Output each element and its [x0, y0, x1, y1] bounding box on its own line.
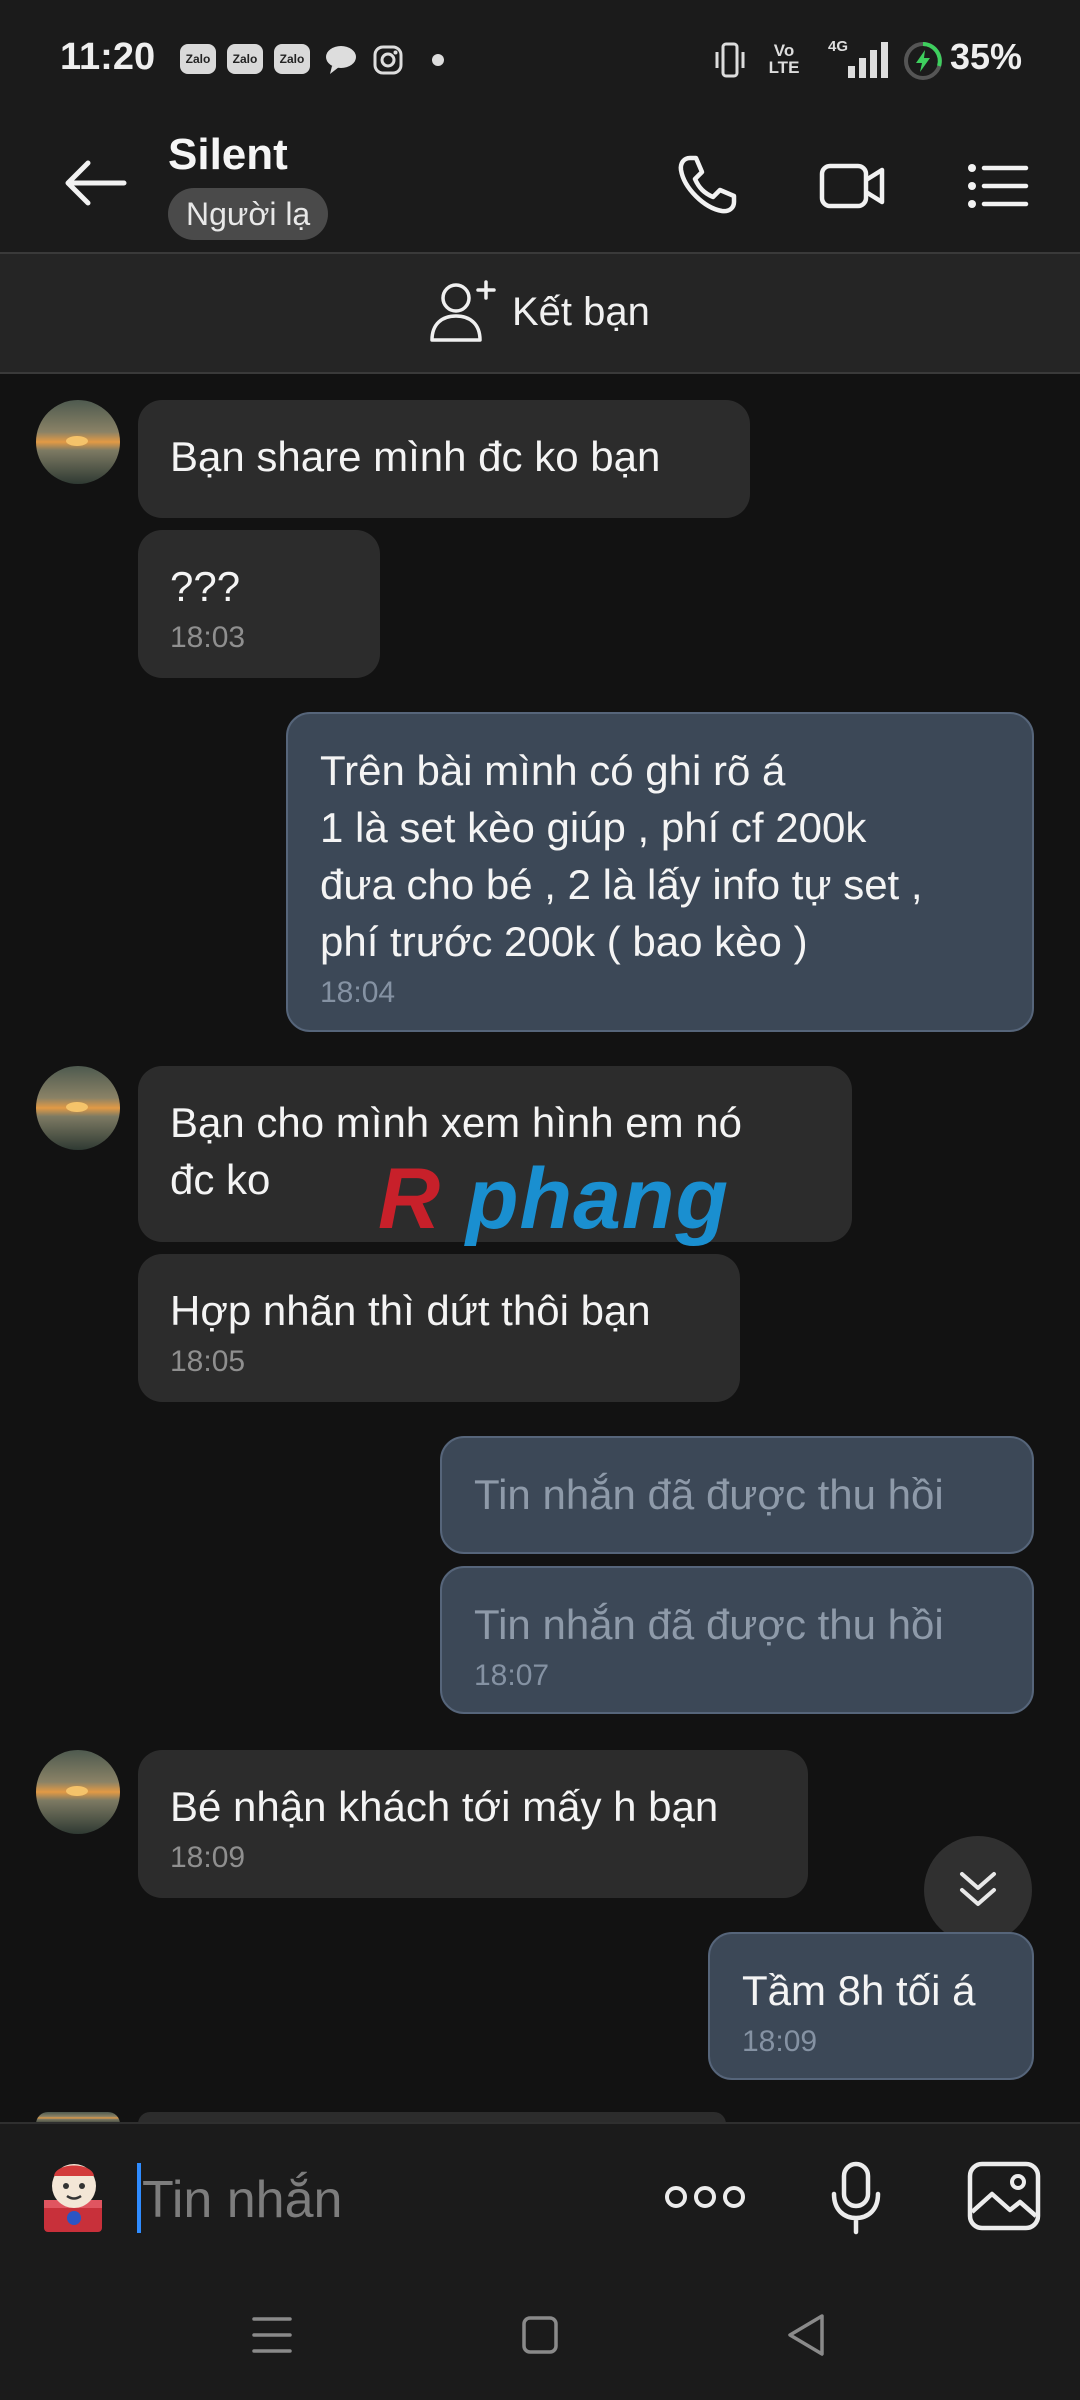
- double-chevron-down-icon: [960, 1872, 996, 1906]
- message-text: Bé nhận khách tới mấy h bạn: [170, 1783, 719, 1830]
- battery-percent: 35%: [950, 36, 1023, 77]
- vibrate-icon: [715, 42, 745, 78]
- battery-charging-icon: [904, 42, 942, 80]
- watermark-text: R: [378, 1151, 442, 1247]
- message-text: Bạn share mình đc ko bạn: [170, 433, 661, 480]
- message-time: 18:05: [170, 1345, 246, 1378]
- sticker-icon[interactable]: [34, 2154, 114, 2236]
- watermark-logo: R phang: [378, 1150, 729, 1249]
- incoming-message[interactable]: ??? 18:03: [138, 530, 380, 678]
- more-notifications-dot: [432, 54, 444, 66]
- outgoing-message[interactable]: Trên bài mình có ghi rõ á 1 là set kèo g…: [286, 712, 1034, 1032]
- incoming-message[interactable]: Hợp nhãn thì dứt thôi bạn 18:05: [138, 1254, 740, 1402]
- incoming-message[interactable]: Bé nhận khách tới mấy h bạn 18:09: [138, 1750, 808, 1898]
- contact-avatar[interactable]: [36, 1750, 120, 1834]
- microphone-icon[interactable]: [826, 2160, 886, 2236]
- message-text: Tầm 8h tối á: [742, 1967, 976, 2014]
- phone-icon[interactable]: [676, 154, 738, 216]
- message-input[interactable]: Tin nhắn: [142, 2170, 342, 2230]
- message-text: Hợp nhãn thì dứt thôi bạn: [170, 1287, 651, 1334]
- outgoing-message[interactable]: Tầm 8h tối á 18:09: [708, 1932, 1034, 2080]
- zalo-notification-icon: Zalo: [227, 44, 263, 74]
- signal-icon: [848, 42, 888, 78]
- zalo-notification-icon: Zalo: [274, 44, 310, 74]
- more-dots-icon[interactable]: [664, 2180, 746, 2214]
- message-text: Tin nhắn đã được thu hồi: [474, 1471, 944, 1518]
- message-text: ???: [170, 563, 241, 610]
- chat-bubble-icon: [326, 46, 356, 74]
- add-friend-label[interactable]: Kết bạn: [512, 290, 650, 335]
- message-time: 18:04: [320, 976, 396, 1009]
- contact-avatar[interactable]: [36, 1066, 120, 1150]
- message-time: 18:07: [474, 1659, 550, 1692]
- chat-header: [0, 120, 1080, 254]
- list-menu-icon[interactable]: [966, 160, 1030, 212]
- message-time: 18:09: [742, 2025, 818, 2058]
- instagram-icon: [373, 45, 403, 75]
- scroll-to-bottom-button[interactable]: [924, 1836, 1032, 1944]
- add-user-icon[interactable]: [428, 278, 500, 344]
- image-icon[interactable]: [966, 2160, 1042, 2232]
- text-caret: [137, 2163, 141, 2233]
- back-arrow-icon[interactable]: [62, 158, 128, 208]
- video-camera-icon[interactable]: [818, 158, 888, 214]
- back-nav-icon[interactable]: [784, 2312, 828, 2358]
- recalled-message[interactable]: Tin nhắn đã được thu hồi: [440, 1436, 1034, 1554]
- recent-apps-icon[interactable]: [250, 2314, 294, 2356]
- status-time: 11:20: [60, 36, 156, 78]
- incoming-message[interactable]: Bạn share mình đc ko bạn: [138, 400, 750, 518]
- message-time: 18:03: [170, 621, 246, 654]
- recalled-message[interactable]: Tin nhắn đã được thu hồi 18:07: [440, 1566, 1034, 1714]
- volte-indicator: Vo LTE: [768, 41, 800, 77]
- message-time: 18:09: [170, 1841, 246, 1874]
- message-text: Tin nhắn đã được thu hồi: [474, 1601, 944, 1648]
- zalo-notification-icon: Zalo: [180, 44, 216, 74]
- home-icon[interactable]: [520, 2314, 560, 2356]
- contact-avatar[interactable]: [36, 400, 120, 484]
- message-text: Trên bài mình có ghi rõ á 1 là set kèo g…: [320, 747, 923, 965]
- stranger-badge: Người lạ: [168, 188, 329, 240]
- watermark-text-rest: phang: [466, 1151, 729, 1247]
- contact-name[interactable]: Silent: [168, 130, 288, 180]
